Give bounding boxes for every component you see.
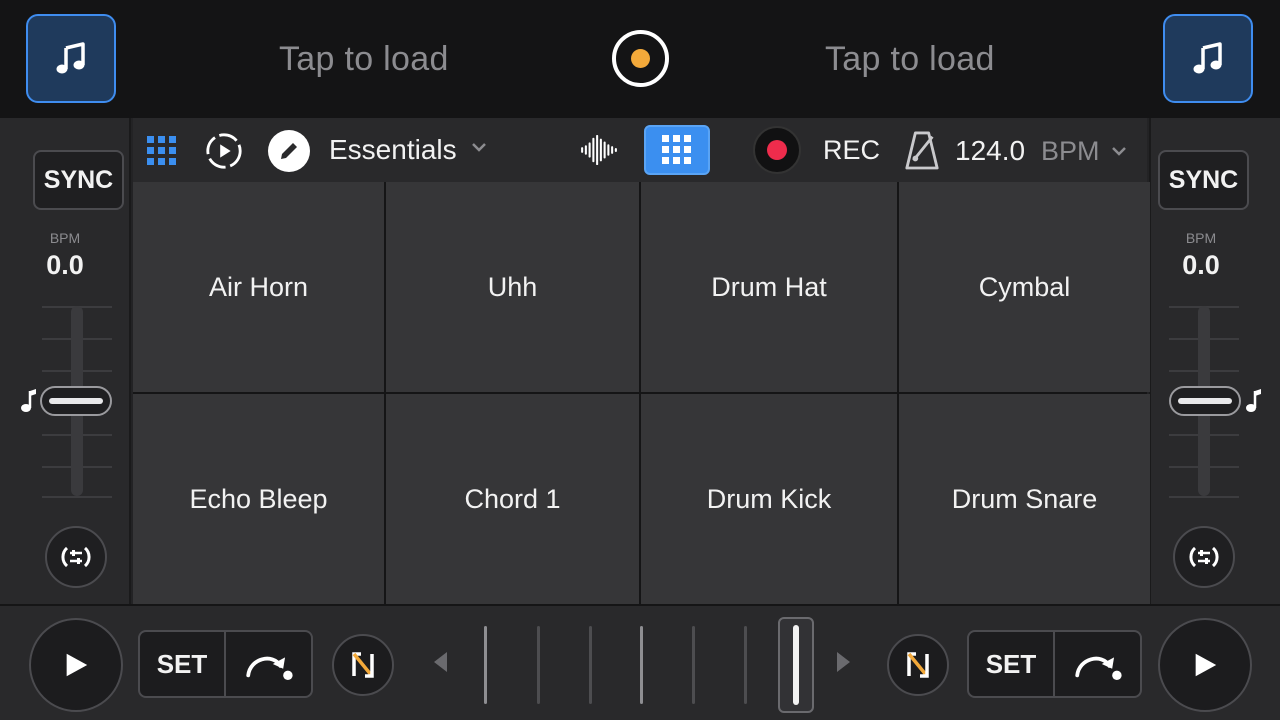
play-cycle-icon (206, 133, 242, 169)
deck-a-sync-button[interactable]: SYNC (33, 150, 124, 210)
deck-a-jump-cue-button[interactable] (226, 632, 311, 696)
chevron-down-icon[interactable] (1110, 142, 1128, 160)
sample-pad-grid: Air Horn Uhh Drum Hat Cymbal Echo Bleep … (133, 182, 1150, 604)
sampler-bpm-unit: BPM (1041, 136, 1100, 166)
deck-a-bpm-label: BPM (49, 230, 81, 246)
deck-a-set-cue-button[interactable]: SET (140, 632, 226, 696)
edit-preset-button[interactable] (268, 130, 310, 172)
music-note-icon (1193, 41, 1222, 73)
metronome-button[interactable] (903, 128, 941, 172)
play-icon (1195, 653, 1217, 677)
deck-a-tap-to-load[interactable]: Tap to load (279, 40, 449, 79)
deck-a-bpm-value: 0.0 (46, 250, 84, 280)
pad-view-toggle[interactable] (644, 125, 710, 175)
equalizer-icon (61, 546, 91, 568)
deck-b-controls: SYNC BPM 0.0 (1149, 118, 1280, 604)
sample-pad[interactable]: Uhh (386, 182, 639, 392)
crossfader-tick (692, 626, 695, 704)
sample-pad[interactable]: Drum Hat (641, 182, 897, 392)
sampler-toolbar: Essentials REC 124.0 BPM (133, 118, 1147, 182)
crossfader-tick (640, 626, 643, 704)
deck-a-play-button[interactable] (29, 618, 123, 712)
grid-icon (662, 135, 691, 164)
deck-b-cue-controls: SET (967, 630, 1142, 698)
deck-b-eq-button[interactable] (1173, 526, 1235, 588)
deck-b-tap-to-load[interactable]: Tap to load (825, 40, 995, 79)
crossfader-tick (744, 626, 747, 704)
record-button[interactable] (753, 126, 801, 174)
music-note-icon (21, 389, 36, 412)
jump-arrow-icon (1074, 656, 1122, 681)
grid-icon (147, 136, 176, 165)
music-note-icon (1246, 389, 1261, 412)
deck-a-pitch-slider-handle[interactable] (40, 386, 112, 416)
metronome-icon (905, 131, 939, 170)
deck-b-bpm-value: 0.0 (1182, 250, 1220, 280)
sample-pad[interactable]: Echo Bleep (133, 394, 384, 604)
crossfader-tick (484, 626, 487, 704)
pencil-icon (281, 143, 297, 159)
preset-name[interactable]: Essentials (329, 134, 457, 166)
deck-b-bpm-label: BPM (1185, 230, 1217, 246)
music-note-icon (56, 41, 85, 73)
jump-arrow-icon (245, 656, 293, 681)
sample-pad[interactable]: Drum Kick (641, 394, 897, 604)
record-icon (767, 140, 787, 160)
deck-b-jump-cue-button[interactable] (1055, 632, 1140, 696)
crossfader-right-arrow-icon[interactable] (836, 650, 852, 674)
sampler-bpm-value[interactable]: 124.0 (955, 135, 1025, 167)
deck-b-set-cue-button[interactable]: SET (969, 632, 1055, 696)
deck-b-pitch-slider-handle[interactable] (1169, 386, 1241, 416)
deck-a-load-button[interactable] (26, 14, 116, 103)
equalizer-icon (1189, 546, 1219, 568)
sample-pad[interactable]: Drum Snare (899, 394, 1150, 604)
top-bar: Tap to load Tap to load (0, 0, 1280, 118)
deck-a-controls: SYNC BPM 0.0 (0, 118, 131, 604)
record-label: REC (823, 135, 881, 165)
sample-pad[interactable]: Chord 1 (386, 394, 639, 604)
sample-pad[interactable]: Air Horn (133, 182, 384, 392)
waveform-icon (581, 135, 617, 165)
transport-bar: SET SET (0, 604, 1280, 720)
sample-pad[interactable]: Cymbal (899, 182, 1150, 392)
deck-b-load-button[interactable] (1163, 14, 1253, 103)
waveform-view-button[interactable] (578, 134, 620, 166)
deck-a-cue-controls: SET (138, 630, 313, 698)
crossfader-left-arrow-icon[interactable] (432, 650, 448, 674)
deck-b-n-button[interactable] (887, 634, 949, 696)
crossfader-handle[interactable] (778, 617, 814, 713)
play-icon (66, 653, 88, 677)
deck-b-play-button[interactable] (1158, 618, 1252, 712)
deck-a-n-button[interactable] (332, 634, 394, 696)
pad-layout-button[interactable] (145, 134, 179, 168)
n-logo-icon (907, 652, 929, 678)
chevron-down-icon[interactable] (470, 138, 488, 156)
app-logo-icon[interactable] (612, 30, 669, 87)
n-logo-icon (352, 652, 374, 678)
deck-b-sync-button[interactable]: SYNC (1158, 150, 1249, 210)
crossfader-tick (537, 626, 540, 704)
sequencer-button[interactable] (203, 130, 245, 172)
deck-a-eq-button[interactable] (45, 526, 107, 588)
crossfader-tick (589, 626, 592, 704)
